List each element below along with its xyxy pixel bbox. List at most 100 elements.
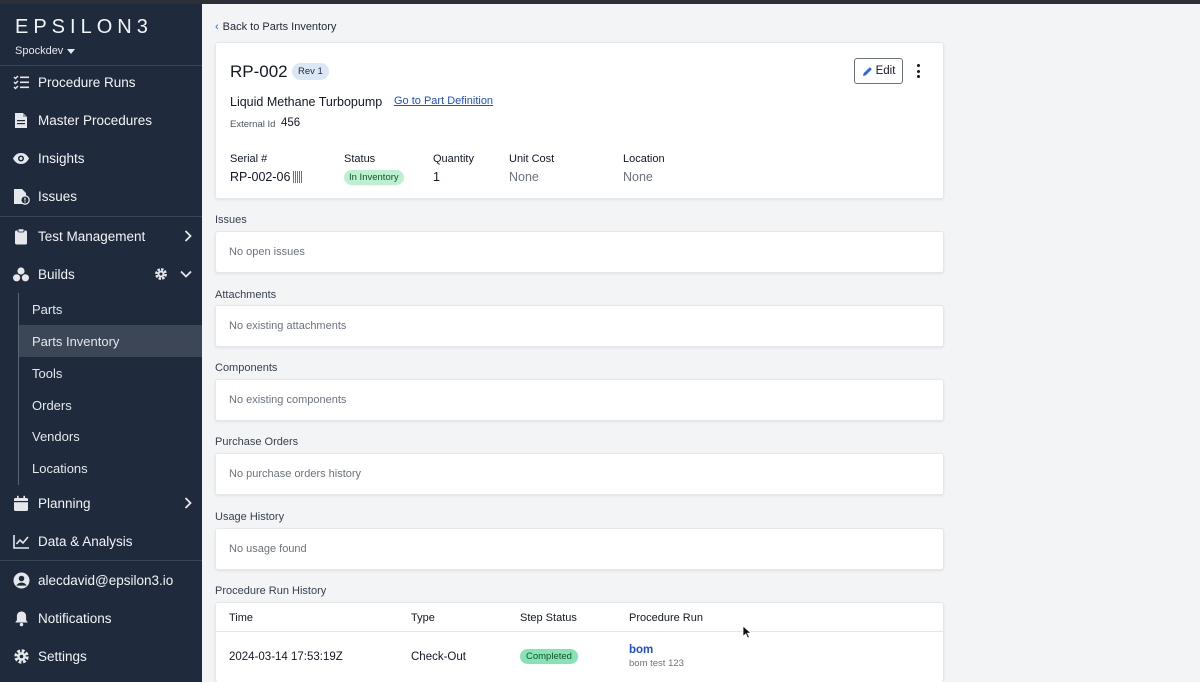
nav-planning[interactable]: Planning — [0, 484, 202, 522]
nav-master-procedures[interactable]: Master Procedures — [0, 101, 202, 139]
edit-button[interactable]: Edit — [854, 58, 903, 84]
column-header-type: Type — [411, 612, 435, 624]
barcode-icon[interactable] — [293, 171, 303, 183]
document-icon — [12, 111, 30, 129]
nav-label: Builds — [38, 266, 75, 282]
chevron-left-icon: ‹ — [215, 21, 219, 33]
eye-icon — [12, 149, 30, 167]
usage-history-empty-text: No usage found — [229, 543, 307, 555]
location-field: Location None — [623, 153, 665, 184]
nav-settings[interactable]: Settings — [0, 637, 202, 675]
sub-item-vendors[interactable]: Vendors — [19, 420, 202, 452]
unit-cost-field: Unit Cost None — [509, 153, 554, 184]
nav-data-analysis[interactable]: Data & Analysis — [0, 522, 202, 560]
clipboard-icon — [12, 227, 30, 245]
sub-item-tools[interactable]: Tools — [19, 357, 202, 389]
location-label: Location — [623, 153, 665, 165]
status-label: Status — [344, 153, 376, 165]
workspace-name: Spockdev — [15, 45, 64, 57]
nav-label: Master Procedures — [38, 112, 153, 128]
quantity-value: 1 — [433, 170, 440, 184]
procedure-run-link[interactable]: bom — [629, 644, 653, 656]
attachments-section-label: Attachments — [215, 289, 277, 301]
issues-empty-text: No open issues — [229, 246, 305, 258]
bell-icon — [12, 609, 30, 627]
row-time: 2024-03-14 17:53:19Z — [229, 651, 343, 663]
unit-cost-label: Unit Cost — [509, 153, 555, 165]
nav-label: Test Management — [38, 228, 146, 244]
purchase-orders-card: No purchase orders history — [215, 453, 944, 495]
line-chart-icon — [12, 532, 30, 550]
pencil-icon — [862, 66, 872, 76]
workspace-switcher[interactable]: Spockdev — [15, 45, 188, 57]
nav-label: Notifications — [38, 610, 112, 626]
nav-notifications[interactable]: Notifications — [0, 599, 202, 637]
logo: EPSILON3 — [15, 16, 153, 38]
back-link[interactable]: ‹ Back to Parts Inventory — [215, 21, 336, 33]
gear-icon — [12, 647, 30, 665]
serial-value: RP-002-06 — [230, 170, 291, 184]
revision-badge: Rev 1 — [292, 63, 329, 80]
status-field: Status In Inventory — [344, 153, 404, 185]
issues-card: No open issues — [215, 231, 944, 273]
nav-label: Insights — [38, 150, 85, 166]
column-header-procedure-run: Procedure Run — [629, 612, 703, 624]
part-header-card: RP-002 Rev 1 Liquid Methane Turbopump Go… — [215, 42, 944, 199]
issues-section-label: Issues — [215, 214, 247, 226]
brand-area: EPSILON3 Spockdev — [0, 4, 202, 66]
nav-label: Planning — [38, 495, 91, 511]
nav-label: Issues — [38, 188, 78, 204]
nav-issues[interactable]: Issues — [0, 177, 202, 215]
user-avatar-icon — [12, 571, 30, 589]
external-id-value: 456 — [281, 117, 301, 129]
chevron-right-icon — [184, 230, 192, 242]
edit-label: Edit — [875, 65, 896, 77]
sub-item-locations[interactable]: Locations — [19, 452, 202, 484]
column-header-time: Time — [229, 612, 254, 624]
back-label: Back to Parts Inventory — [222, 21, 337, 33]
main-content: ‹ Back to Parts Inventory RP-002 Rev 1 L… — [202, 4, 1200, 682]
sub-item-orders[interactable]: Orders — [19, 389, 202, 421]
checklist-icon — [12, 73, 30, 91]
sub-item-parts[interactable]: Parts — [19, 293, 202, 325]
chevron-down-icon[interactable] — [180, 270, 192, 278]
nav-test-management[interactable]: Test Management — [0, 217, 202, 255]
nav-label: Settings — [38, 648, 87, 664]
quantity-label: Quantity — [433, 153, 474, 165]
quantity-field: Quantity 1 — [433, 153, 474, 184]
location-value: None — [623, 170, 653, 184]
caret-down-icon — [67, 48, 76, 54]
components-card: No existing components — [215, 379, 944, 421]
usage-history-card: No usage found — [215, 528, 944, 570]
nav-user-account[interactable]: alecdavid@epsilon3.io — [0, 561, 202, 599]
purchase-orders-section-label: Purchase Orders — [215, 436, 299, 448]
user-email: alecdavid@epsilon3.io — [38, 572, 174, 588]
gear-icon[interactable] — [154, 267, 168, 281]
nav-procedure-runs[interactable]: Procedure Runs — [0, 63, 202, 101]
attachments-empty-text: No existing attachments — [229, 320, 347, 332]
calendar-icon — [12, 494, 30, 512]
serial-field: Serial # RP-002-06 — [230, 153, 303, 184]
components-empty-text: No existing components — [229, 394, 347, 406]
column-header-step-status: Step Status — [520, 612, 577, 624]
usage-history-section-label: Usage History — [215, 511, 285, 523]
nav-label: Procedure Runs — [38, 74, 136, 90]
chevron-right-icon — [184, 497, 192, 509]
table-header-divider — [216, 631, 943, 632]
cubes-icon — [12, 265, 30, 283]
external-id-label: External Id — [230, 119, 276, 130]
run-history-table: Time Type Step Status Procedure Run 2024… — [215, 602, 944, 682]
part-id-title: RP-002 — [230, 62, 288, 81]
go-to-part-definition-link[interactable]: Go to Part Definition — [394, 95, 493, 107]
nav-insights[interactable]: Insights — [0, 139, 202, 177]
unit-cost-value: None — [509, 170, 539, 184]
run-history-section-label: Procedure Run History — [215, 585, 327, 597]
nav-builds[interactable]: Builds — [0, 255, 202, 293]
attachments-card: No existing attachments — [215, 305, 944, 347]
more-options-icon[interactable] — [913, 62, 923, 80]
row-type: Check-Out — [411, 651, 466, 663]
issue-document-icon — [12, 187, 30, 205]
sub-item-parts-inventory[interactable]: Parts Inventory — [19, 325, 202, 357]
serial-label: Serial # — [230, 153, 268, 165]
components-section-label: Components — [215, 362, 278, 374]
